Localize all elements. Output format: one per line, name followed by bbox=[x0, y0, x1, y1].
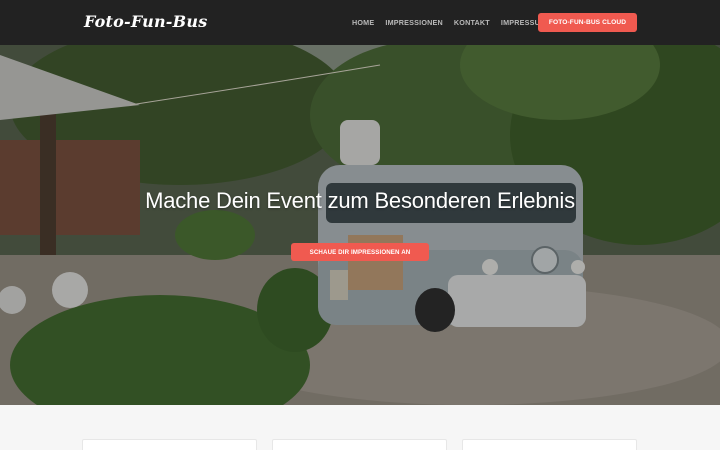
hero-section: Mache Dein Event zum Besonderen Erlebnis… bbox=[0, 45, 720, 405]
nav-link-home[interactable]: HOME bbox=[352, 18, 374, 27]
nav-link-kontakt[interactable]: KONTAKT bbox=[454, 18, 490, 27]
nav-link-impressionen[interactable]: IMPRESSIONEN bbox=[385, 18, 443, 27]
hero-title: Mache Dein Event zum Besonderen Erlebnis bbox=[145, 188, 575, 213]
brand-logo[interactable]: Foto-Fun-Bus bbox=[84, 12, 207, 31]
hero-overlay bbox=[0, 45, 720, 405]
feature-card bbox=[272, 439, 447, 450]
cloud-button[interactable]: FOTO-FUN-BUS CLOUD bbox=[538, 13, 637, 32]
impressionen-button[interactable]: SCHAUE DIR IMPRESSIONEN AN bbox=[291, 243, 429, 261]
nav-menu: HOME IMPRESSIONEN KONTAKT IMPRESSUM bbox=[352, 18, 546, 27]
navbar: Foto-Fun-Bus HOME IMPRESSIONEN KONTAKT I… bbox=[0, 0, 720, 45]
feature-card bbox=[462, 439, 637, 450]
feature-card bbox=[82, 439, 257, 450]
